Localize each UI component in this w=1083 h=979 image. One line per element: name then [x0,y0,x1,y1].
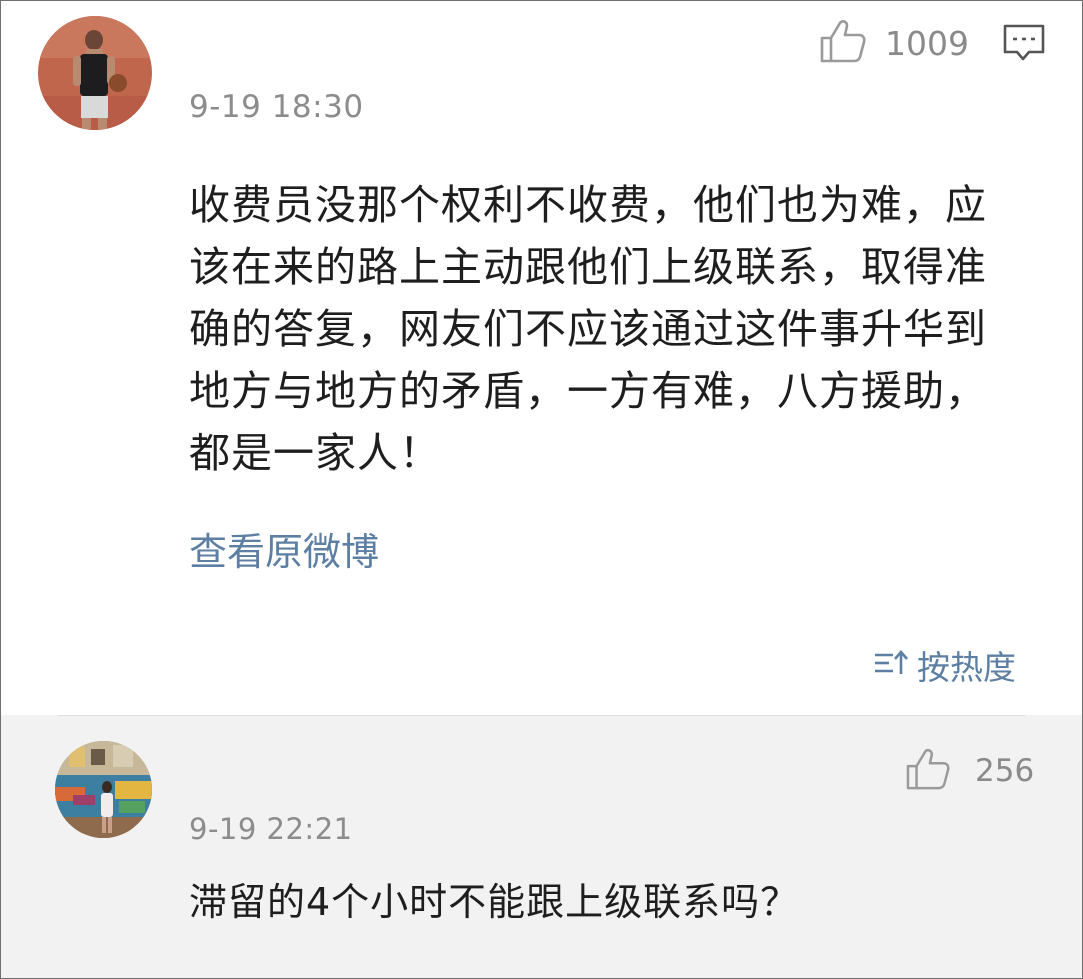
avatar-photo [38,16,152,130]
reply-like-button[interactable]: 256 [905,748,1034,794]
sort-icon [873,649,909,681]
thumbs-up-icon [819,19,867,67]
comment-bubble-icon[interactable] [1002,23,1046,67]
reply-user-avatar[interactable] [55,741,152,838]
avatar-photo [55,741,152,838]
comment-timestamp: 9-19 18:30 [189,89,364,125]
sort-label: 按热度 [917,648,1016,687]
like-count: 1009 [885,23,969,63]
thumbs-up-icon [905,748,951,794]
reply-like-count: 256 [975,753,1035,789]
reply-timestamp: 9-19 22:21 [189,812,353,846]
comment-text: 收费员没那个权利不收费，他们也为难，应该在来的路上主动跟他们上级联系，取得准确的… [189,181,987,477]
view-original-weibo-link[interactable]: 查看原微博 [189,521,379,576]
user-avatar[interactable] [38,16,152,130]
main-comment: 1009 9-19 18:30 收费员没那个权利不收费，他们也为难，应该在来的路… [1,1,1082,715]
weibo-comment-screen: 1009 9-19 18:30 收费员没那个权利不收费，他们也为难，应该在来的路… [0,0,1083,979]
reply-comment: 256 9-19 22:21 滞留的4个小时不能跟上级联系吗？ [1,715,1082,978]
reply-text: 滞留的4个小时不能跟上级联系吗？ [189,880,800,924]
divider [58,715,1025,716]
sort-by-hot-button[interactable]: 按热度 [873,641,1016,689]
like-button[interactable]: 1009 [819,19,969,67]
